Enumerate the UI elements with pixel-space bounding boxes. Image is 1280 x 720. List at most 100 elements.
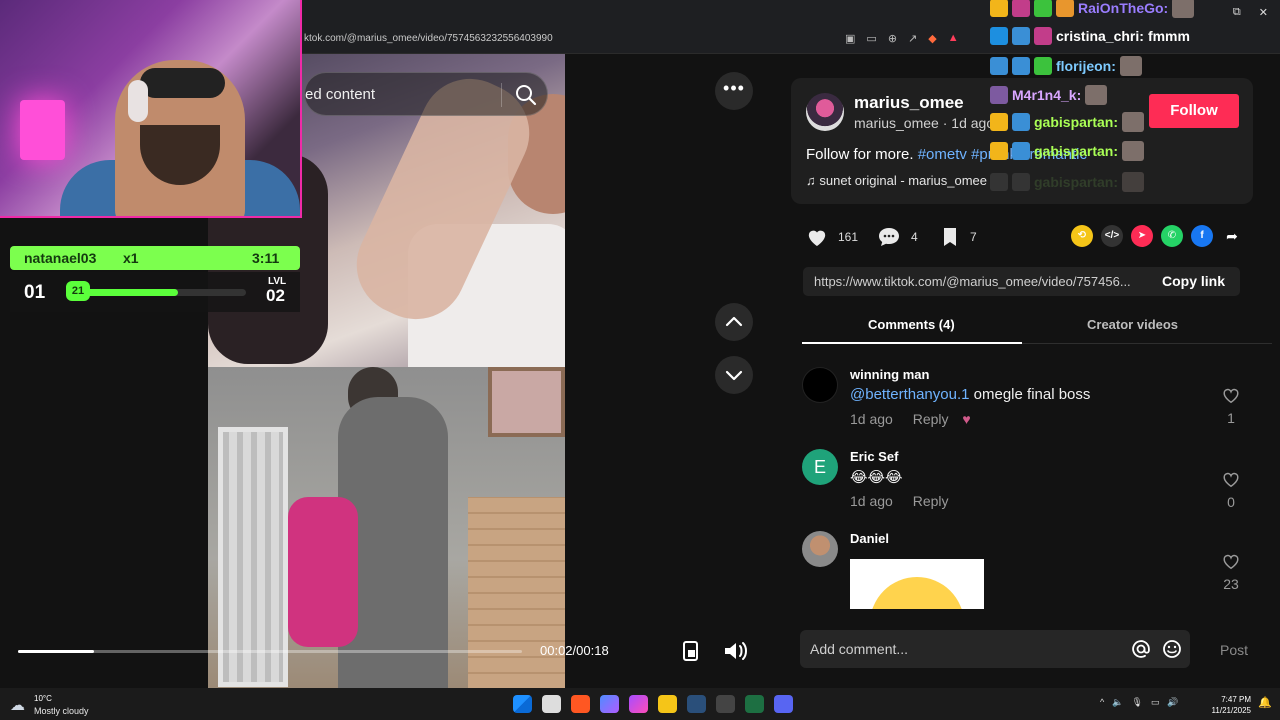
copilot-icon[interactable] [600, 695, 619, 713]
tab-comments[interactable]: Comments (4) [868, 317, 955, 332]
taskbar-clock[interactable]: 7:47 PM 11/21/2025 [1205, 694, 1251, 716]
reply-button[interactable]: Reply [913, 493, 949, 509]
commenter-avatar[interactable] [802, 531, 838, 567]
notification-bell-icon[interactable]: 🔔 [1258, 696, 1272, 709]
current-level: 01 [24, 282, 46, 303]
comment-composer[interactable]: Add comment... [800, 630, 1190, 668]
next-video-button[interactable] [715, 356, 753, 394]
facebook-icon[interactable]: f [1191, 225, 1213, 247]
app-icon[interactable] [629, 695, 648, 713]
clock-time: 7:47 PM [1221, 695, 1251, 704]
heart-outline-icon [1223, 388, 1239, 404]
search-bar[interactable]: ed content [304, 72, 548, 116]
address-bar[interactable]: ktok.com/@marius_omee/video/757456323255… [304, 33, 553, 44]
brave-rewards-icon[interactable]: ▲ [948, 32, 959, 45]
file-explorer-icon[interactable] [658, 695, 677, 713]
volume-tray-icon[interactable]: 🔈 [1112, 697, 1123, 708]
app-icon[interactable] [716, 695, 735, 713]
brave-browser-icon[interactable] [571, 695, 590, 713]
send-to-friends-icon[interactable]: ➤ [1131, 225, 1153, 247]
video-time: 00:02/00:18 [540, 643, 609, 658]
mention-icon[interactable] [1131, 639, 1151, 659]
author-name[interactable]: marius_omee [854, 93, 964, 113]
search-input[interactable]: ed content [305, 86, 375, 103]
repost-icon[interactable]: ⟲ [1071, 225, 1093, 247]
like-action[interactable]: 161 [806, 225, 858, 249]
comment-action[interactable]: 4 [877, 225, 918, 249]
hashtag-link[interactable]: #romantic [1021, 146, 1087, 163]
whatsapp-icon[interactable]: ✆ [1161, 225, 1183, 247]
tab-creator-videos[interactable]: Creator videos [1087, 317, 1178, 332]
zoom-icon[interactable]: ⊕ [888, 32, 897, 45]
smiley-sticker-icon [870, 577, 964, 609]
speaker-icon[interactable]: 🔊 [1167, 697, 1178, 708]
video-progress-bar[interactable] [18, 650, 522, 653]
reader-mode-icon[interactable]: ▣ [845, 32, 855, 45]
commenter-avatar[interactable]: E [802, 449, 838, 485]
heart-outline-icon [1223, 472, 1239, 488]
discord-icon[interactable] [774, 695, 793, 713]
level-widget-body: 01 21 LVL 02 [10, 272, 300, 312]
music-note-icon: ♫ [806, 173, 816, 188]
save-action[interactable]: 7 [940, 225, 977, 249]
restore-icon[interactable]: ⧉ [1233, 6, 1241, 19]
close-window-icon[interactable]: ✕ [1259, 6, 1268, 19]
pip-button[interactable] [676, 636, 706, 666]
widget-multiplier: x1 [123, 250, 139, 266]
comment-like[interactable]: 1 [1220, 387, 1242, 426]
commenter-name[interactable]: Daniel [850, 531, 889, 546]
emoji-icon[interactable] [1162, 639, 1182, 659]
network-icon[interactable]: ▭ [1151, 697, 1160, 708]
chevron-down-icon [725, 370, 743, 381]
follow-button[interactable]: Follow [1149, 94, 1239, 128]
comment-mention[interactable]: @betterthanyou.1 [850, 386, 969, 403]
widget-username: natanael03 [24, 250, 97, 266]
music-title[interactable]: sunet original - marius_omee [819, 173, 987, 188]
widget-timer: 3:11 [252, 250, 280, 266]
video-description: Follow for more. #ometv #prank #romantic [806, 146, 1087, 163]
music-info[interactable]: ♫ sunet original - marius_omee [806, 173, 987, 188]
creator-liked-icon: ♥ [962, 411, 971, 427]
save-count: 7 [970, 230, 977, 244]
share-link-text[interactable]: https://www.tiktok.com/@marius_omee/vide… [814, 274, 1150, 289]
task-view-icon[interactable] [542, 695, 561, 713]
share-link-box: https://www.tiktok.com/@marius_omee/vide… [803, 267, 1240, 296]
commenter-avatar[interactable] [802, 367, 838, 403]
commenter-name[interactable]: Eric Sef [850, 449, 898, 464]
chevron-up-icon[interactable]: ^ [1100, 697, 1104, 708]
post-button[interactable]: Post [1220, 642, 1248, 658]
comment-like[interactable]: 23 [1220, 553, 1242, 592]
screenshot-icon[interactable]: ▭ [866, 32, 876, 45]
commenter-name[interactable]: winning man [850, 367, 929, 382]
share-row: ⟲ </> ➤ ✆ f ➦ [1071, 225, 1243, 247]
like-count: 161 [838, 230, 859, 244]
hashtag-link[interactable]: #prank [971, 146, 1017, 163]
share-page-icon[interactable]: ↗ [908, 32, 917, 45]
search-icon[interactable] [513, 82, 539, 108]
comment-input[interactable]: Add comment... [810, 641, 908, 657]
previous-video-button[interactable] [715, 303, 753, 341]
embed-icon[interactable]: </> [1101, 225, 1123, 247]
copy-link-button[interactable]: Copy link [1162, 273, 1225, 289]
comment-sticker-image [850, 559, 984, 609]
comment-body: omegle final boss [973, 386, 1091, 403]
hashtag-link[interactable]: #ometv [918, 146, 967, 163]
more-options-button[interactable]: ••• [715, 72, 753, 110]
screen: ktok.com/@marius_omee/video/757456323255… [0, 0, 1280, 720]
author-avatar[interactable] [806, 93, 844, 131]
author-handle[interactable]: marius_omee [854, 115, 939, 131]
stream-level-widget: natanael03 x1 3:11 01 21 LVL 02 [10, 246, 302, 312]
brave-shield-icon[interactable]: ◆ [928, 32, 936, 45]
volume-button[interactable] [720, 636, 750, 666]
comment-like[interactable]: 0 [1220, 471, 1242, 510]
steam-icon[interactable] [687, 695, 706, 713]
share-arrow-icon[interactable]: ➦ [1221, 225, 1243, 247]
reply-button[interactable]: Reply [913, 411, 949, 427]
level-widget-header: natanael03 x1 3:11 [10, 246, 300, 270]
comment-meta: 1d ago Reply ♥ [850, 411, 971, 427]
microphone-icon[interactable]: 🎙 [1131, 697, 1142, 708]
bookmark-icon [944, 228, 956, 246]
excel-icon[interactable] [745, 695, 764, 713]
author-subline: marius_omee · 1d ago [854, 115, 995, 131]
start-icon[interactable] [513, 695, 532, 713]
